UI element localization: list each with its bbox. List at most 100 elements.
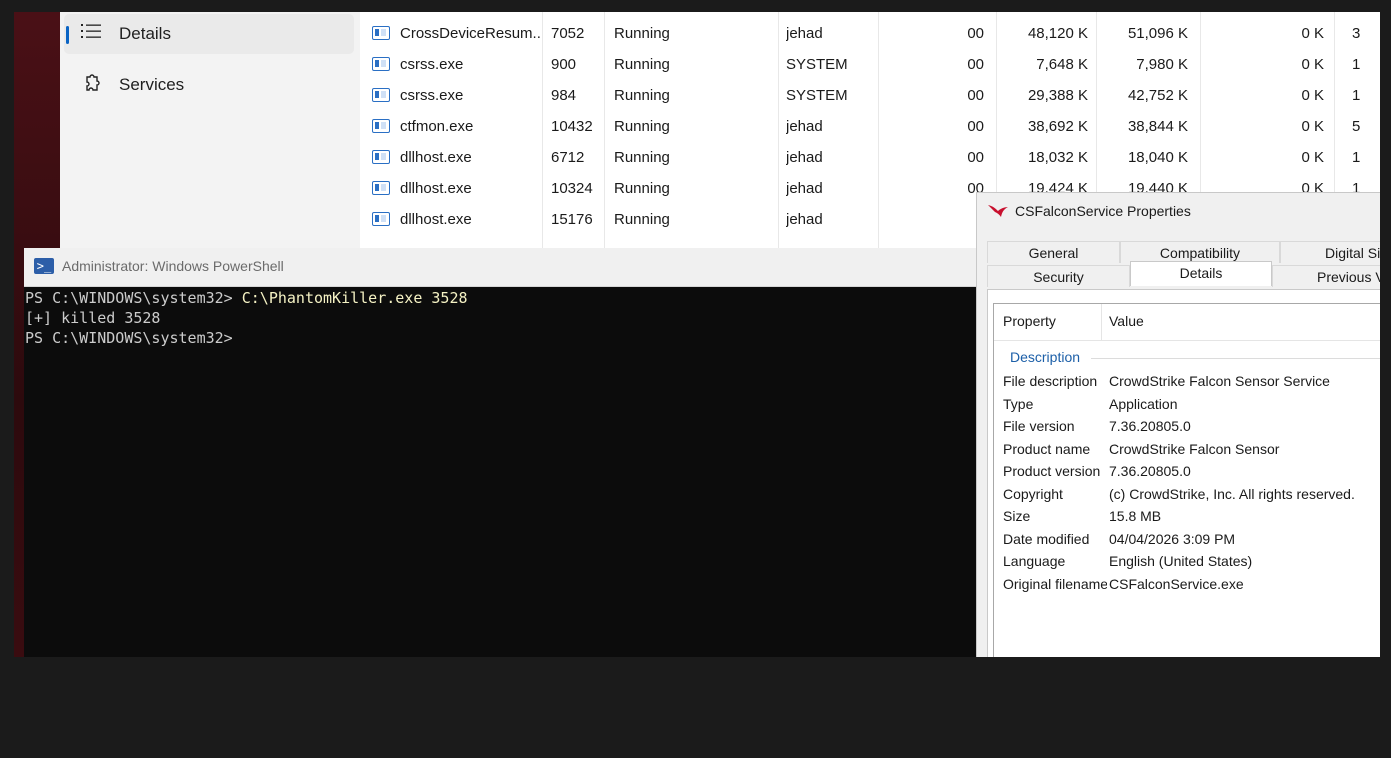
powershell-icon: >_ [34, 258, 54, 274]
cell-commit: 38,844 K [1127, 118, 1188, 135]
cell-status: Running [614, 87, 670, 104]
property-row[interactable]: Date modified 04/04/2026 3:09 PM [994, 528, 1381, 550]
column-header-value[interactable]: Value [1109, 313, 1144, 329]
property-name: Product version [1003, 463, 1101, 479]
property-row[interactable]: Product version 7.36.20805.0 [994, 460, 1381, 482]
nav-item-services[interactable]: Services [64, 65, 354, 105]
powershell-window[interactable]: >_ Administrator: Windows PowerShell PS … [24, 248, 1014, 657]
table-row[interactable]: ctfmon.exe 10432 Running jehad 00 38,692 K 38,… [360, 111, 1380, 142]
properties-titlebar[interactable]: CSFalconService Properties [977, 193, 1381, 229]
property-value: English (United States) [1109, 553, 1253, 569]
cell-user: jehad [786, 180, 823, 197]
right-border [1380, 0, 1391, 758]
cell-extra: 1 [1352, 56, 1361, 73]
console-line: PS C:\WINDOWS\system32> C:\PhantomKiller… [24, 288, 1014, 308]
cell-cpu: 00 [967, 118, 984, 135]
process-icon [372, 57, 390, 71]
cell-mem: 38,692 K [1027, 118, 1088, 135]
puzzle-icon [80, 74, 102, 96]
cell-pid: 10432 [551, 118, 593, 135]
cell-status: Running [614, 149, 670, 166]
property-name: Copyright [1003, 485, 1063, 502]
cell-status: Running [614, 56, 670, 73]
cell-cpu: 00 [967, 149, 984, 166]
cell-user: jehad [786, 211, 823, 228]
console-line: [+] killed 3528 [24, 308, 1014, 328]
property-value: Application [1109, 395, 1178, 412]
property-row[interactable]: Size 15.8 MB [994, 505, 1381, 527]
cell-user: SYSTEM [786, 87, 848, 104]
table-row[interactable]: csrss.exe 900 Running SYSTEM 00 7,648 K 7,980 … [360, 49, 1380, 80]
cell-mem: 18,032 K [1027, 149, 1088, 166]
table-row[interactable]: CrossDeviceResum... 7052 Running jehad 00 48,… [360, 18, 1380, 49]
cell-name: dllhost.exe [400, 180, 472, 197]
properties-dialog: CSFalconService Properties General Compa… [976, 192, 1381, 658]
cell-name: csrss.exe [400, 56, 464, 73]
property-row[interactable]: File version 7.36.20805.0 [994, 415, 1381, 437]
cell-mem: 29,388 K [1027, 87, 1088, 104]
cell-pid: 7052 [551, 25, 585, 42]
process-icon [372, 88, 390, 102]
details-list[interactable]: Property Value Description File descript… [993, 303, 1381, 658]
property-row[interactable]: File description CrowdStrike Falcon Senso… [994, 370, 1381, 392]
property-row[interactable]: Copyright (c) CrowdStrike, Inc. All right… [994, 483, 1381, 505]
cell-extra: 5 [1352, 118, 1361, 135]
powershell-titlebar[interactable]: >_ Administrator: Windows PowerShell [24, 248, 1014, 287]
property-name: Product name [1003, 440, 1091, 457]
cell-mem: 48,120 K [1027, 25, 1088, 42]
nav-label-services: Services [119, 75, 185, 94]
cell-pid: 10324 [551, 180, 593, 197]
table-row[interactable]: csrss.exe 984 Running SYSTEM 00 29,388 K 42,75… [360, 80, 1380, 111]
process-icon [372, 181, 390, 195]
property-name: Language [1003, 553, 1066, 569]
property-row[interactable]: Original filename CSFalconService.exe [994, 573, 1381, 595]
cell-status: Running [614, 180, 670, 197]
table-row[interactable]: dllhost.exe 6712 Running jehad 00 18,032 K 18,… [360, 142, 1380, 173]
property-name: Date modified [1003, 530, 1090, 547]
console-prompt: PS C:\WINDOWS\system32> [25, 289, 242, 307]
cell-name: csrss.exe [400, 87, 464, 104]
cell-status: Running [614, 25, 670, 42]
screen: Details Services CrossDeviceResum... 7052… [0, 0, 1391, 758]
tab-general[interactable]: General [987, 241, 1120, 263]
nav-item-details[interactable]: Details [64, 14, 354, 54]
cell-io: 0 K [1301, 25, 1324, 42]
cell-pid: 15176 [551, 211, 593, 228]
console-command: C:\PhantomKiller.exe 3528 [241, 289, 468, 307]
property-name: File version [1003, 418, 1075, 434]
bottom-border [0, 657, 1391, 758]
tab-security[interactable]: Security [987, 265, 1130, 287]
property-row[interactable]: Product name CrowdStrike Falcon Sensor [994, 438, 1381, 460]
cell-io: 0 K [1301, 149, 1324, 166]
property-value: 15.8 MB [1109, 508, 1162, 524]
cell-user: jehad [786, 118, 823, 135]
cell-commit: 18,040 K [1127, 149, 1188, 166]
cell-pid: 900 [551, 56, 577, 73]
console-output[interactable]: PS C:\WINDOWS\system32> C:\PhantomKiller… [24, 286, 1014, 657]
property-row[interactable]: Type Application [994, 393, 1381, 415]
tab-compatibility[interactable]: Compatibility [1120, 241, 1280, 263]
nav-label-details: Details [119, 24, 171, 43]
cell-commit: 51,096 K [1127, 25, 1188, 42]
process-icon [372, 26, 390, 40]
list-icon [80, 23, 102, 45]
property-value: CrowdStrike Falcon Sensor [1109, 440, 1280, 457]
property-value: 7.36.20805.0 [1109, 463, 1191, 479]
console-output-text: [+] killed 3528 [25, 309, 161, 327]
property-value: 7.36.20805.0 [1109, 418, 1191, 434]
cell-name: CrossDeviceResum... [400, 25, 540, 42]
cell-pid: 6712 [551, 149, 585, 166]
cell-commit: 42,752 K [1127, 87, 1188, 104]
tab-digital-signatures[interactable]: Digital Sig [1280, 241, 1381, 263]
details-list-header: Property Value [994, 304, 1381, 341]
property-row[interactable]: Language English (United States) [994, 550, 1381, 572]
properties-title: CSFalconService Properties [1015, 203, 1191, 219]
cell-name: dllhost.exe [400, 211, 472, 228]
process-icon [372, 150, 390, 164]
process-icon [372, 212, 390, 226]
tab-details[interactable]: Details [1130, 261, 1272, 286]
cell-cpu: 00 [967, 56, 984, 73]
column-header-property[interactable]: Property [1003, 313, 1056, 329]
active-indicator [66, 26, 69, 44]
tab-previous-versions[interactable]: Previous V [1272, 265, 1381, 287]
